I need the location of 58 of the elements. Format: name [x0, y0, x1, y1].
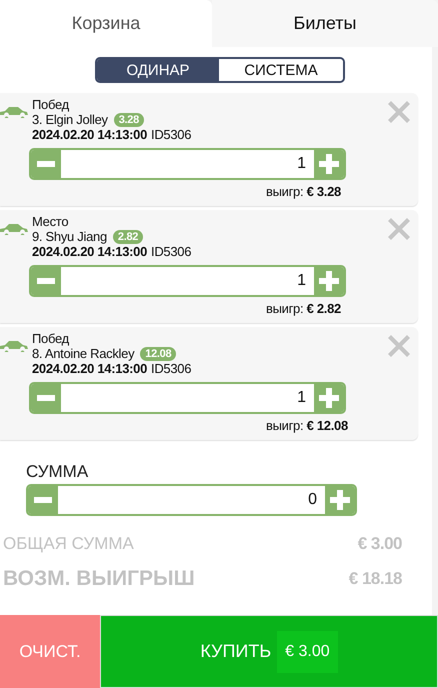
- tab[interactable]: Корзина: [0, 0, 212, 47]
- selection-name: 9. Shyu Jiang: [32, 229, 107, 244]
- odds-badge: 2.82: [112, 230, 144, 244]
- odds-badge: 3.28: [114, 112, 144, 126]
- stake-field[interactable]: 1: [61, 150, 314, 178]
- total-value: € 3.00: [358, 534, 402, 554]
- stake-field[interactable]: 1: [61, 267, 314, 295]
- mode-option[interactable]: ОДИНАР: [97, 59, 219, 81]
- event-id: ID5306: [151, 127, 192, 142]
- potential-win: выигр: € 3.28: [266, 184, 341, 199]
- event-id: ID5306: [151, 361, 192, 376]
- event-datetime: 2024.02.20 14:13:00: [32, 244, 148, 259]
- remove-button[interactable]: [388, 335, 410, 357]
- market-label: Побед: [32, 97, 70, 112]
- decrease-button[interactable]: [31, 150, 61, 178]
- potential-win: выигр: € 2.82: [266, 301, 341, 316]
- stake-field[interactable]: 1: [61, 384, 314, 412]
- event-id: ID5306: [151, 244, 192, 259]
- event-datetime: 2024.02.20 14:13:00: [32, 361, 148, 376]
- event-datetime: 2024.02.20 14:13:00: [32, 127, 148, 142]
- remove-button[interactable]: [388, 218, 410, 240]
- plus-icon: [319, 271, 339, 291]
- stake-stepper[interactable]: 0: [26, 484, 357, 516]
- car-icon: [0, 340, 28, 352]
- selection-name: 8. Antoine Rackley: [32, 346, 134, 361]
- plus-icon: [319, 388, 339, 408]
- close-icon: [388, 218, 410, 240]
- plus-icon: [330, 490, 350, 510]
- minus-icon: [37, 278, 55, 284]
- total-label: ВОЗМ. ВЫИГРЫШ: [3, 567, 195, 591]
- total-value: € 18.18: [348, 569, 402, 589]
- increase-button[interactable]: [314, 267, 344, 295]
- minus-icon: [37, 395, 55, 401]
- stake-stepper[interactable]: 1: [29, 382, 346, 414]
- total-label: ОБЩАЯ СУММА: [3, 534, 134, 554]
- stake-stepper[interactable]: 1: [29, 265, 346, 297]
- stake-stepper[interactable]: 1: [29, 148, 346, 180]
- odds-badge: 12.08: [140, 346, 176, 360]
- close-icon: [388, 101, 410, 123]
- decrease-button[interactable]: [31, 384, 61, 412]
- car-icon: [0, 106, 28, 118]
- decrease-button[interactable]: [28, 486, 58, 514]
- sum-label: СУММА: [26, 462, 90, 482]
- minus-icon: [34, 497, 52, 503]
- remove-button[interactable]: [388, 101, 410, 123]
- plus-icon: [319, 154, 339, 174]
- decrease-button[interactable]: [31, 267, 61, 295]
- increase-button[interactable]: [314, 384, 344, 412]
- minus-icon: [37, 161, 55, 167]
- car-icon: [0, 223, 28, 235]
- close-icon: [388, 335, 410, 357]
- increase-button[interactable]: [325, 486, 355, 514]
- market-label: Побед: [32, 331, 70, 346]
- market-label: Место: [32, 214, 70, 229]
- selection-name: 3. Elgin Jolley: [32, 112, 108, 127]
- potential-win: выигр: € 12.08: [266, 418, 348, 433]
- increase-button[interactable]: [314, 150, 344, 178]
- tab[interactable]: Билеты: [212, 0, 438, 47]
